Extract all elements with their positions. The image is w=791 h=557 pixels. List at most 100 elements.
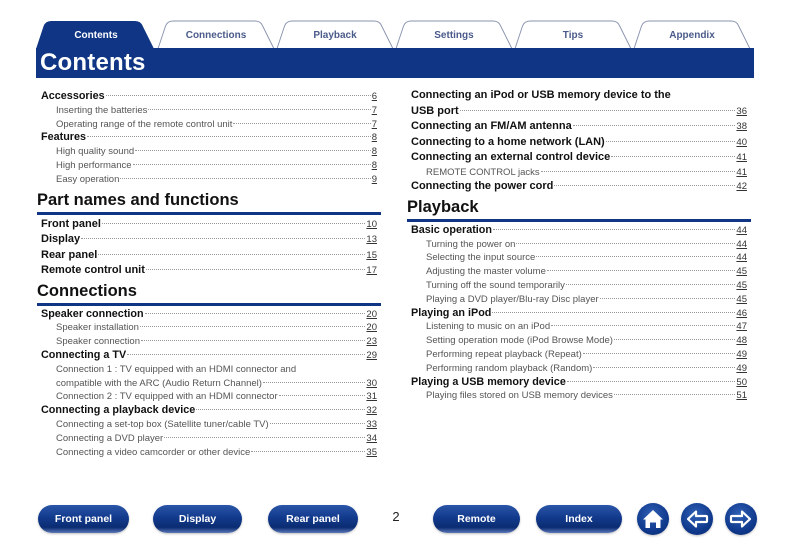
toc-page-link[interactable]: 9 [372, 173, 377, 187]
toc-page-link[interactable]: 44 [736, 251, 747, 265]
tab-appendix[interactable]: Appendix [632, 20, 752, 50]
toc-entry[interactable]: Listening to music on an iPod 47 [411, 320, 747, 334]
toc-entry[interactable]: Connecting to a home network (LAN) 40 [411, 135, 747, 151]
toc-page-link[interactable]: 20 [366, 308, 377, 322]
tab-connections[interactable]: Connections [156, 20, 276, 50]
toc-page-link[interactable]: 15 [366, 248, 377, 264]
toc-entry-title: Adjusting the master volume [426, 266, 546, 278]
toc-page-link[interactable]: 45 [736, 265, 747, 279]
toc-page-link[interactable]: 23 [366, 335, 377, 349]
toc-page-link[interactable]: 40 [736, 135, 747, 151]
dot-leader [98, 253, 366, 255]
toc-entry[interactable]: Connecting a TV 29 [41, 349, 377, 363]
toc-page-link[interactable]: 35 [366, 446, 377, 460]
toc-entry[interactable]: Performing repeat playback (Repeat) 49 [411, 348, 747, 362]
toc-entry[interactable]: Playing files stored on USB memory devic… [411, 389, 747, 403]
toc-page-link[interactable]: 20 [366, 321, 377, 335]
toc-page-link[interactable]: 32 [366, 404, 377, 418]
toc-entry[interactable]: Adjusting the master volume 45 [411, 265, 747, 279]
index-button[interactable]: Index [536, 505, 622, 533]
toc-entry[interactable]: Speaker connection 20 [41, 308, 377, 322]
toc-entry[interactable]: Connecting an external control device 41 [411, 150, 747, 166]
toc-page-link[interactable]: 49 [736, 362, 747, 376]
toc-page-link[interactable]: 45 [736, 293, 747, 307]
toc-page-link[interactable]: 48 [736, 334, 747, 348]
toc-page-link[interactable]: 38 [736, 119, 747, 135]
display-button[interactable]: Display [153, 505, 242, 533]
toc-page-link[interactable]: 41 [736, 150, 747, 166]
toc-entry[interactable]: REMOTE CONTROL jacks 41 [411, 166, 747, 180]
toc-entry[interactable]: High quality sound 8 [41, 145, 377, 159]
toc-entry[interactable]: Features 8 [41, 131, 377, 145]
toc-entry[interactable]: Connecting a video camcorder or other de… [41, 446, 377, 460]
toc-entry[interactable]: Front panel 10 [41, 217, 377, 233]
toc-page-link[interactable]: 49 [736, 348, 747, 362]
toc-entry[interactable]: High performance 8 [41, 159, 377, 173]
toc-entry[interactable]: Easy operation 9 [41, 173, 377, 187]
toc-entry[interactable]: Connecting a DVD player 34 [41, 432, 377, 446]
toc-page-link[interactable]: 42 [736, 179, 747, 195]
toc-page-link[interactable]: 51 [736, 389, 747, 403]
remote-button[interactable]: Remote [433, 505, 520, 533]
home-button[interactable] [637, 503, 669, 535]
toc-page-link[interactable]: 17 [366, 263, 377, 279]
toc-page-link[interactable]: 30 [366, 377, 377, 391]
toc-page-link[interactable]: 7 [372, 118, 377, 132]
toc-entry[interactable]: Connection 1 : TV equipped with an HDMI … [41, 363, 377, 377]
toc-entry[interactable]: Rear panel 15 [41, 248, 377, 264]
back-button[interactable] [681, 503, 713, 535]
dot-leader [613, 394, 736, 396]
toc-page-link[interactable]: 29 [366, 349, 377, 363]
toc-entry[interactable]: Connecting the power cord 42 [411, 179, 747, 195]
toc-entry[interactable]: Connecting an FM/AM antenna 38 [411, 119, 747, 135]
toc-entry[interactable]: Setting operation mode (iPod Browse Mode… [411, 334, 747, 348]
toc-entry[interactable]: Display 13 [41, 232, 377, 248]
toc-page-link[interactable]: 8 [372, 145, 377, 159]
tab-tips[interactable]: Tips [513, 20, 633, 50]
toc-entry[interactable]: compatible with the ARC (Audio Return Ch… [41, 377, 377, 391]
toc-entry[interactable]: Turning off the sound temporarily 45 [411, 279, 747, 293]
toc-entry[interactable]: Performing random playback (Random) 49 [411, 362, 747, 376]
toc-page-link[interactable]: 10 [366, 217, 377, 233]
toc-page-link[interactable]: 50 [736, 376, 747, 390]
toc-entry[interactable]: Playing a DVD player/Blu-ray Disc player… [411, 293, 747, 307]
toc-page-link[interactable]: 8 [372, 159, 377, 173]
toc-page-link[interactable]: 44 [736, 224, 747, 238]
toc-page-link[interactable]: 47 [736, 320, 747, 334]
toc-page-link[interactable]: 7 [372, 104, 377, 118]
toc-entry[interactable]: Selecting the input source 44 [411, 251, 747, 265]
toc-page-link[interactable]: 45 [736, 279, 747, 293]
toc-entry[interactable]: Turning the power on 44 [411, 238, 747, 252]
tab-settings[interactable]: Settings [394, 20, 514, 50]
front-panel-button[interactable]: Front panel [38, 505, 129, 533]
toc-page-link[interactable]: 31 [366, 390, 377, 404]
toc-page-link[interactable]: 34 [366, 432, 377, 446]
toc-page-link[interactable]: 6 [372, 90, 377, 104]
toc-entry[interactable]: Connection 2 : TV equipped with an HDMI … [41, 390, 377, 404]
toc-page-link[interactable]: 44 [736, 238, 747, 252]
toc-entry[interactable]: Connecting a set-top box (Satellite tune… [41, 418, 377, 432]
toc-entry[interactable]: Basic operation 44 [411, 224, 747, 238]
toc-entry[interactable]: Playing a USB memory device 50 [411, 376, 747, 390]
toc-entry[interactable]: Connecting a playback device 32 [41, 404, 377, 418]
toc-entry[interactable]: Connecting an iPod or USB memory device … [411, 88, 747, 104]
toc-entry[interactable]: Operating range of the remote control un… [41, 118, 377, 132]
tab-playback[interactable]: Playback [275, 20, 395, 50]
toc-entry-title: High performance [56, 159, 132, 171]
toc-entry[interactable]: Speaker connection 23 [41, 335, 377, 349]
toc-page-link[interactable]: 33 [366, 418, 377, 432]
toc-entry[interactable]: USB port 36 [411, 104, 747, 120]
toc-entry[interactable]: Inserting the batteries 7 [41, 104, 377, 118]
toc-page-link[interactable]: 36 [736, 104, 747, 120]
toc-entry[interactable]: Playing an iPod 46 [411, 307, 747, 321]
toc-entry[interactable]: Speaker installation 20 [41, 321, 377, 335]
toc-page-link[interactable]: 8 [372, 131, 377, 145]
toc-page-link[interactable]: 13 [366, 232, 377, 248]
toc-entry[interactable]: Remote control unit 17 [41, 263, 377, 279]
toc-entry[interactable]: Accessories 6 [41, 90, 377, 104]
tab-contents[interactable]: Contents [36, 20, 156, 49]
forward-button[interactable] [725, 503, 757, 535]
rear-panel-button[interactable]: Rear panel [268, 505, 358, 533]
toc-page-link[interactable]: 46 [736, 307, 747, 321]
toc-page-link[interactable]: 41 [736, 166, 747, 180]
